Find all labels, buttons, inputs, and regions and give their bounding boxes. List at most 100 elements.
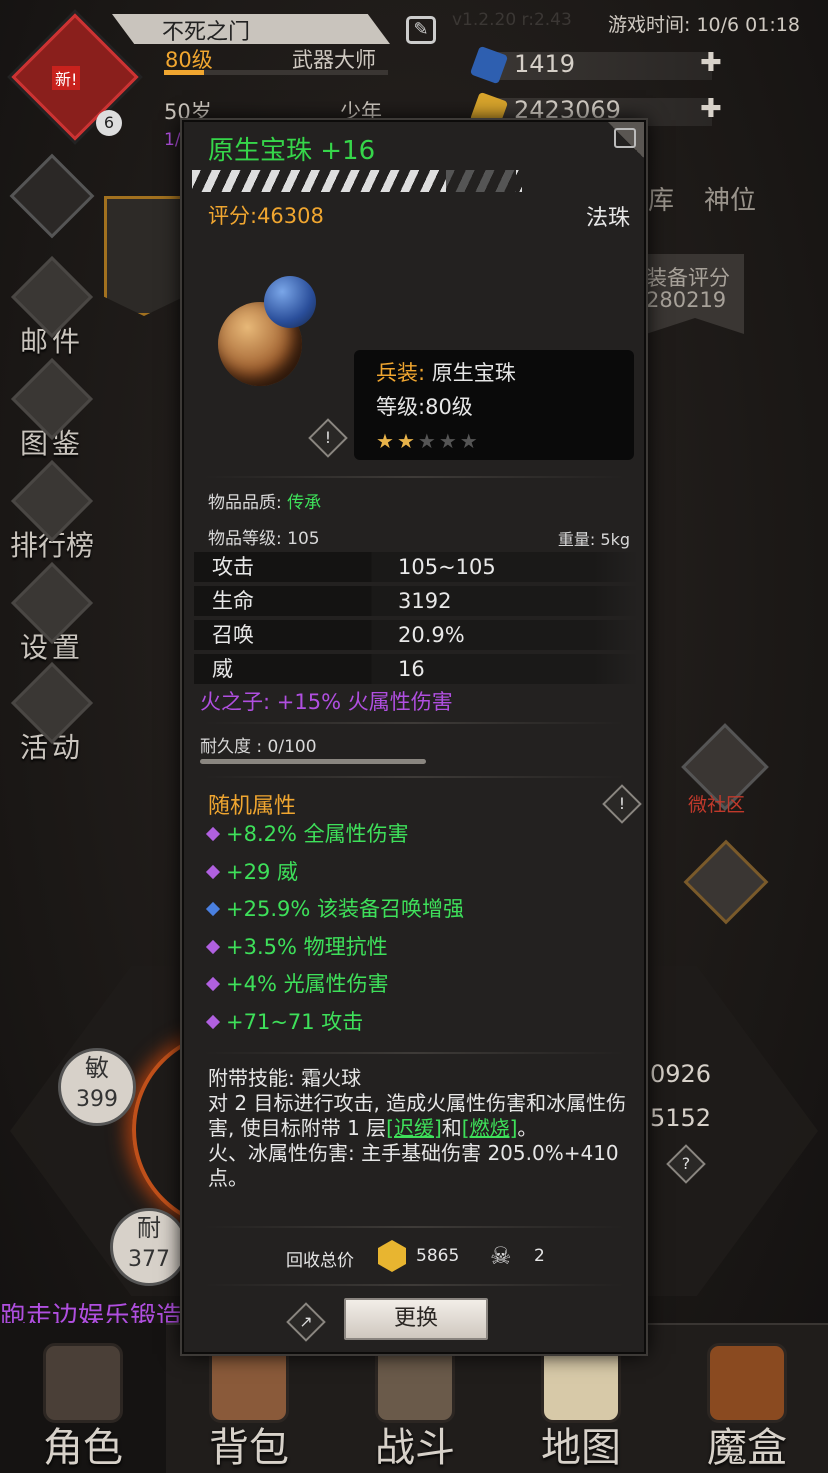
replace-button[interactable]: 更换: [344, 1298, 488, 1340]
durability-bar: [200, 759, 426, 764]
enhance-progress-empty: [446, 170, 516, 192]
kind-label: 兵装:: [376, 361, 426, 385]
sidebar-item-ranking[interactable]: 排行榜: [10, 459, 94, 566]
set-bonus: 火之子: +15% 火属性伤害: [200, 690, 453, 714]
durability-badge: 耐 377: [110, 1208, 188, 1286]
item-info-box: 兵装: 原生宝珠 等级:80级 ★ ★ ★ ★ ★: [354, 350, 634, 460]
agility-label: 敏: [85, 1054, 109, 1082]
helmet-icon: [43, 1343, 123, 1423]
tab-label: 背包: [209, 1425, 289, 1471]
lock-icon[interactable]: [614, 128, 636, 148]
tab-label: 地图: [541, 1425, 621, 1471]
star-icon: ★: [459, 429, 478, 453]
add-gold-button[interactable]: ✚: [700, 94, 722, 124]
random-attr: +29 威: [205, 856, 298, 886]
item-weight: 重量: 5kg: [557, 530, 630, 549]
divider: [204, 476, 624, 478]
right-stat-1: 0926: [650, 1060, 712, 1088]
edit-icon[interactable]: ✎: [406, 16, 436, 44]
divider: [204, 776, 624, 778]
tab-storage[interactable]: 库: [648, 180, 674, 217]
random-attr: +25.9% 该装备召唤增强: [205, 893, 464, 923]
kind-value: 原生宝珠: [431, 361, 516, 385]
durability-text: 耐久度 : 0/100: [200, 737, 317, 757]
divider: [204, 1284, 624, 1286]
add-gem-button[interactable]: ✚: [700, 48, 722, 78]
gold-icon: [378, 1240, 406, 1272]
sidebar-item-activity[interactable]: 活动: [10, 661, 94, 768]
agility-badge: 敏 399: [58, 1048, 136, 1126]
sidebar-item-settings[interactable]: 设置: [10, 561, 94, 668]
random-attr: +4% 光属性伤害: [205, 968, 389, 998]
random-attr: +8.2% 全属性伤害: [205, 818, 409, 848]
orb-small-icon: [264, 276, 316, 328]
rank-badge: 6: [96, 110, 122, 136]
skill-title: 附带技能: 霜火球: [208, 1066, 362, 1090]
sidebar-item-codex[interactable]: 图鉴: [10, 357, 94, 464]
divider: [204, 722, 624, 724]
gem-icon: [205, 864, 221, 880]
item-tooltip: 原生宝珠 +16 评分:46308 法珠 ! 兵装: 原生宝珠 等级:80级 ★…: [182, 120, 646, 1354]
sword-shield-icon: [375, 1343, 455, 1423]
item-type: 法珠: [585, 206, 630, 231]
left-banner: [104, 196, 184, 316]
gem-count: 1419: [514, 50, 576, 78]
stat-row: 攻击 105~105: [194, 552, 638, 582]
stat-row: 生命 3192: [194, 586, 638, 616]
durability-label: 耐: [137, 1214, 161, 1242]
level-bar: [164, 70, 388, 75]
divider: [204, 1052, 624, 1054]
random-warn-icon[interactable]: !: [602, 784, 642, 824]
stat-row: 召唤 20.9%: [194, 620, 638, 650]
item-score: 评分:46308: [208, 204, 324, 228]
slow-link[interactable]: [迟缓]: [386, 1116, 442, 1140]
burn-link[interactable]: [燃烧]: [462, 1116, 518, 1140]
random-attr: +3.5% 物理抗性: [205, 931, 388, 961]
name-plate: [112, 14, 390, 44]
player-name: 不死之门: [162, 20, 251, 45]
agility-value: 399: [76, 1087, 118, 1112]
gem-icon: [205, 901, 221, 917]
level-label: 等级:: [376, 395, 426, 419]
skull-icon: ☠: [490, 1242, 512, 1270]
gem-icon: [205, 826, 221, 842]
tab-label: 角色: [43, 1425, 123, 1471]
skill-description: 附带技能: 霜火球 对 2 目标进行攻击, 造成火属性伤害和冰属性伤害, 使目标…: [208, 1066, 627, 1190]
level-value: 80级: [425, 395, 473, 419]
new-badge: 新!: [52, 66, 81, 90]
star-icon: ★: [438, 429, 457, 453]
skill-damage: 火、冰属性伤害: 主手基础伤害 205.0%+410 点。: [208, 1141, 619, 1190]
cube-icon: [707, 1343, 787, 1423]
tab-character[interactable]: 角色: [0, 1323, 166, 1473]
star-icon: ★: [396, 429, 415, 453]
random-title: 随机属性: [208, 794, 297, 819]
share-icon[interactable]: ↗: [286, 1302, 326, 1342]
scroll-icon: [541, 1343, 621, 1423]
tab-magic-box[interactable]: 魔盒: [664, 1323, 828, 1473]
gem-icon: [205, 939, 221, 955]
star-rating: ★ ★ ★ ★ ★: [376, 424, 612, 458]
quality-value: 传承: [287, 493, 322, 513]
tab-label: 魔盒: [707, 1425, 787, 1471]
tab-divine[interactable]: 神位: [704, 180, 756, 217]
gem-icon: [205, 1014, 221, 1030]
item-warn-icon[interactable]: !: [308, 418, 348, 458]
sidebar-item-mail[interactable]: 邮件: [10, 255, 94, 362]
partial-progress: 1/: [164, 130, 181, 150]
gem-icon: [205, 976, 221, 992]
version-text: v1.2.20 r:2.43: [452, 10, 572, 30]
recycle-label: 回收总价: [286, 1251, 354, 1271]
star-icon: ★: [417, 429, 436, 453]
divider: [204, 1226, 624, 1228]
tab-label: 战斗: [375, 1425, 455, 1471]
right-stat-2: 5152: [650, 1104, 712, 1132]
recycle-gold: 5865: [416, 1246, 460, 1266]
stat-row: 威 16: [194, 654, 638, 684]
durability-value: 377: [128, 1247, 170, 1272]
recycle-skull: 2: [534, 1246, 545, 1266]
community-label: 微社区: [688, 794, 746, 816]
item-level: 物品等级: 105: [208, 529, 320, 549]
game-time: 游戏时间: 10/6 01:18: [608, 14, 800, 36]
item-title: 原生宝珠 +16: [208, 136, 376, 166]
star-icon: ★: [376, 429, 394, 453]
